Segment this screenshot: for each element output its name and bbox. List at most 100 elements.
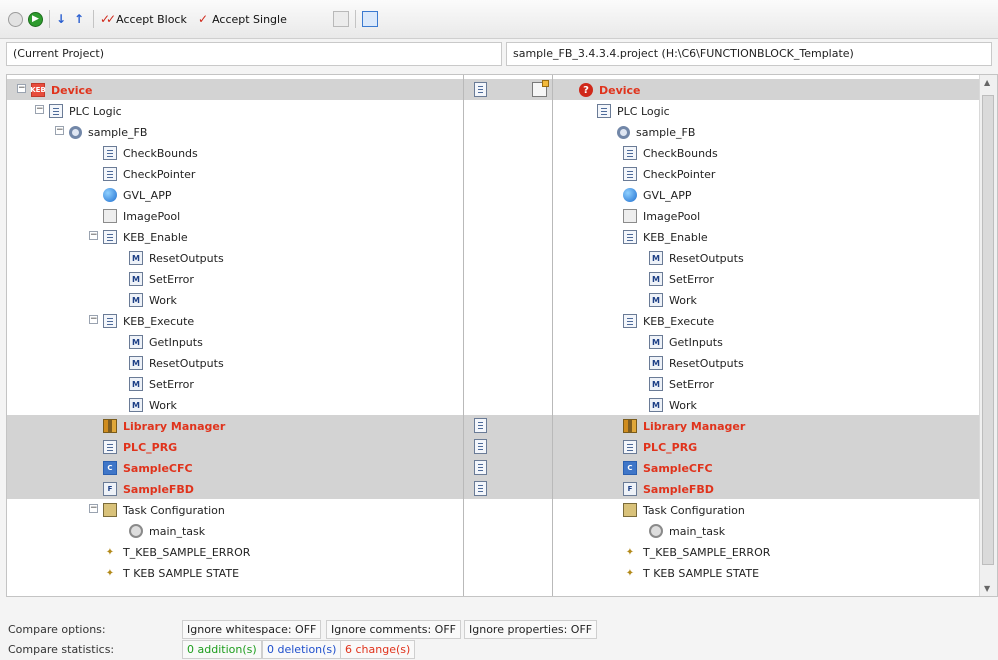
bilateral-edit-button[interactable] — [333, 9, 349, 29]
tree-row[interactable]: − KEB Device ? Device — [7, 79, 997, 100]
compare-tree-view[interactable]: − KEB Device ? Device − PLC Logic PLC Logi… — [6, 74, 998, 597]
tree-node-application[interactable]: sample_FB — [617, 123, 695, 141]
tree-node-keb-enable[interactable]: KEB_Enable — [623, 228, 708, 246]
tree-node-sample-cfc[interactable]: C SampleCFC — [103, 459, 193, 477]
tree-node-checkbounds[interactable]: CheckBounds — [103, 144, 198, 162]
document-compare-icon[interactable] — [474, 439, 487, 454]
tree-node-method[interactable]: M GetInputs — [129, 333, 203, 351]
tree-node-device[interactable]: KEB Device — [30, 81, 93, 99]
document-compare-icon[interactable] — [474, 481, 487, 496]
toggle-view-button[interactable] — [362, 9, 378, 29]
tree-row[interactable]: − KEB_Enable KEB_Enable — [7, 226, 997, 247]
tree-node-sample-fbd[interactable]: F SampleFBD — [623, 480, 714, 498]
tree-node-type[interactable]: ✦ T_KEB_SAMPLE_ERROR — [103, 543, 251, 561]
tree-row[interactable]: F SampleFBD F SampleFBD — [7, 478, 997, 499]
ignore-properties-toggle[interactable]: Ignore properties: OFF — [464, 620, 598, 639]
tree-node-method[interactable]: M Work — [649, 396, 697, 414]
tree-row[interactable]: CheckPointer CheckPointer — [7, 163, 997, 184]
tree-node-method[interactable]: M ResetOutputs — [649, 354, 744, 372]
tree-row[interactable]: M SetError M SetError — [7, 373, 997, 394]
collapse-toggle[interactable]: − — [35, 105, 44, 114]
tree-row[interactable]: M GetInputs M GetInputs — [7, 331, 997, 352]
tree-node-task-configuration[interactable]: Task Configuration — [623, 501, 745, 519]
tree-row[interactable]: M ResetOutputs M ResetOutputs — [7, 352, 997, 373]
collapse-toggle[interactable]: − — [89, 231, 98, 240]
tree-node-type[interactable]: ✦ T_KEB_SAMPLE_ERROR — [623, 543, 771, 561]
next-difference-button[interactable]: ▶ — [28, 9, 43, 29]
tree-row[interactable]: M SetError M SetError — [7, 268, 997, 289]
ignore-comments-toggle[interactable]: Ignore comments: OFF — [326, 620, 461, 639]
tree-node-method[interactable]: M SetError — [129, 270, 194, 288]
tree-node-type[interactable]: ✦ T KEB SAMPLE STATE — [623, 564, 759, 582]
tree-node-method[interactable]: M Work — [649, 291, 697, 309]
collapse-toggle[interactable]: − — [55, 126, 64, 135]
collapse-toggle[interactable]: − — [89, 504, 98, 513]
tree-node-gvl[interactable]: GVL_APP — [623, 186, 691, 204]
tree-node-task-configuration[interactable]: Task Configuration — [103, 501, 225, 519]
tree-node-imagepool[interactable]: ImagePool — [103, 207, 180, 225]
tree-row[interactable]: CheckBounds CheckBounds — [7, 142, 997, 163]
tree-node-application[interactable]: sample_FB — [69, 123, 147, 141]
tree-row[interactable]: M ResetOutputs M ResetOutputs — [7, 247, 997, 268]
tree-node-library-manager[interactable]: Library Manager — [623, 417, 745, 435]
tree-node-device[interactable]: ? Device — [579, 81, 641, 99]
properties-icon[interactable] — [532, 80, 549, 97]
tree-row[interactable]: − KEB_Execute KEB_Execute — [7, 310, 997, 331]
accept-block-button[interactable]: ✓✓ Accept Block — [100, 9, 187, 29]
vertical-scrollbar[interactable]: ▲ ▼ — [979, 75, 997, 596]
tree-node-plc-prg[interactable]: PLC_PRG — [623, 438, 697, 456]
tree-node-method[interactable]: M Work — [129, 291, 177, 309]
tree-row[interactable]: − sample_FB sample_FB — [7, 121, 997, 142]
tree-node-sample-cfc[interactable]: C SampleCFC — [623, 459, 713, 477]
tree-node-plc-logic[interactable]: PLC Logic — [49, 102, 122, 120]
tree-node-keb-execute[interactable]: KEB_Execute — [623, 312, 714, 330]
collapse-toggle[interactable]: − — [89, 315, 98, 324]
move-down-button[interactable]: ↓ — [56, 9, 66, 29]
ignore-whitespace-toggle[interactable]: Ignore whitespace: OFF — [182, 620, 322, 639]
tree-node-method[interactable]: M Work — [129, 396, 177, 414]
scroll-down-icon[interactable]: ▼ — [984, 584, 990, 593]
tree-node-method[interactable]: M SetError — [649, 375, 714, 393]
tree-row[interactable]: M Work M Work — [7, 289, 997, 310]
tree-row[interactable]: M Work M Work — [7, 394, 997, 415]
tree-node-method[interactable]: M GetInputs — [649, 333, 723, 351]
tree-row[interactable]: ✦ T_KEB_SAMPLE_ERROR ✦ T_KEB_SAMPLE_ERROR — [7, 541, 997, 562]
tree-node-gvl[interactable]: GVL_APP — [103, 186, 171, 204]
tree-node-main-task[interactable]: main_task — [649, 522, 725, 540]
tree-node-main-task[interactable]: main_task — [129, 522, 205, 540]
tree-row[interactable]: − Task Configuration Task Configuration — [7, 499, 997, 520]
accept-single-button[interactable]: ✓ Accept Single — [198, 9, 287, 29]
tree-node-checkpointer[interactable]: CheckPointer — [623, 165, 715, 183]
previous-difference-button[interactable] — [8, 9, 23, 29]
tree-node-method[interactable]: M ResetOutputs — [129, 354, 224, 372]
tree-node-keb-execute[interactable]: KEB_Execute — [103, 312, 194, 330]
tree-row[interactable]: Library Manager Library Manager — [7, 415, 997, 436]
tree-row[interactable]: ImagePool ImagePool — [7, 205, 997, 226]
tree-node-sample-fbd[interactable]: F SampleFBD — [103, 480, 194, 498]
tree-node-method[interactable]: M ResetOutputs — [649, 249, 744, 267]
document-compare-icon[interactable] — [474, 418, 487, 433]
collapse-toggle[interactable]: − — [17, 84, 26, 93]
tree-node-plc-logic[interactable]: PLC Logic — [597, 102, 670, 120]
tree-node-imagepool[interactable]: ImagePool — [623, 207, 700, 225]
tree-row[interactable]: C SampleCFC C SampleCFC — [7, 457, 997, 478]
tree-node-keb-enable[interactable]: KEB_Enable — [103, 228, 188, 246]
tree-node-checkbounds[interactable]: CheckBounds — [623, 144, 718, 162]
tree-node-method[interactable]: M ResetOutputs — [129, 249, 224, 267]
document-compare-icon[interactable] — [474, 82, 487, 97]
tree-row[interactable]: − PLC Logic PLC Logic — [7, 100, 997, 121]
scrollbar-thumb[interactable] — [982, 95, 994, 565]
tree-node-method[interactable]: M SetError — [649, 270, 714, 288]
tree-node-checkpointer[interactable]: CheckPointer — [103, 165, 195, 183]
document-compare-icon[interactable] — [474, 460, 487, 475]
tree-row[interactable]: main_task main_task — [7, 520, 997, 541]
scroll-up-icon[interactable]: ▲ — [984, 78, 990, 87]
tree-node-plc-prg[interactable]: PLC_PRG — [103, 438, 177, 456]
tree-node-library-manager[interactable]: Library Manager — [103, 417, 225, 435]
move-up-button[interactable]: ↑ — [74, 9, 84, 29]
tree-row[interactable]: PLC_PRG PLC_PRG — [7, 436, 997, 457]
tree-row[interactable]: ✦ T KEB SAMPLE STATE ✦ T KEB SAMPLE STATE — [7, 562, 997, 583]
tree-row[interactable]: GVL_APP GVL_APP — [7, 184, 997, 205]
tree-node-type[interactable]: ✦ T KEB SAMPLE STATE — [103, 564, 239, 582]
tree-node-method[interactable]: M SetError — [129, 375, 194, 393]
